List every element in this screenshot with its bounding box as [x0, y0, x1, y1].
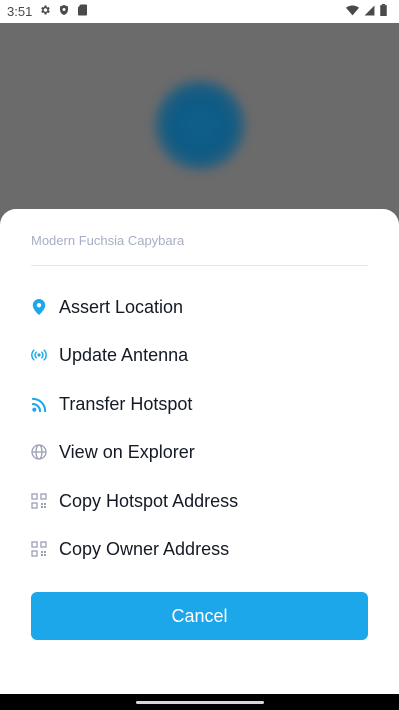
- menu-item-label: Copy Owner Address: [59, 538, 230, 559]
- globe-icon: [31, 444, 47, 460]
- status-time: 3:51: [7, 4, 33, 19]
- qr-code-icon: [31, 541, 47, 557]
- status-right: [346, 3, 387, 21]
- menu-item-label: Update Antenna: [59, 344, 189, 365]
- wifi-icon: [346, 3, 359, 21]
- menu-item-label: Assert Location: [59, 296, 184, 317]
- cell-signal-icon: [364, 3, 375, 21]
- view-on-explorer-item[interactable]: View on Explorer: [31, 432, 368, 472]
- location-pin-icon: [31, 299, 47, 315]
- transfer-signal-icon: [31, 396, 47, 412]
- blurred-background-avatar: [155, 80, 245, 170]
- menu-item-label: Transfer Hotspot: [59, 393, 193, 414]
- qr-code-icon: [31, 493, 47, 509]
- copy-owner-address-item[interactable]: Copy Owner Address: [31, 529, 368, 569]
- hotspot-name: Modern Fuchsia Capybara: [31, 233, 185, 248]
- bottom-sheet: Modern Fuchsia Capybara Assert Location …: [0, 209, 399, 694]
- screen: 3:51 Modern Fuchsia Capybara Assert Loca…: [0, 0, 399, 710]
- home-gesture-handle[interactable]: [136, 701, 264, 704]
- assert-location-item[interactable]: Assert Location: [31, 287, 368, 327]
- menu-item-label: Copy Hotspot Address: [59, 490, 239, 511]
- update-antenna-item[interactable]: Update Antenna: [31, 335, 368, 375]
- status-left: 3:51: [7, 3, 88, 21]
- antenna-icon: [31, 347, 47, 363]
- battery-icon: [380, 3, 387, 21]
- gear-icon: [39, 3, 51, 21]
- divider: [31, 265, 368, 266]
- transfer-hotspot-item[interactable]: Transfer Hotspot: [31, 384, 368, 424]
- copy-hotspot-address-item[interactable]: Copy Hotspot Address: [31, 481, 368, 521]
- cancel-button[interactable]: Cancel: [31, 592, 368, 640]
- navigation-bar: [0, 694, 399, 710]
- sd-card-icon: [77, 3, 88, 21]
- shield-icon: [58, 3, 70, 21]
- menu-item-label: View on Explorer: [59, 441, 195, 462]
- status-bar: 3:51: [0, 0, 399, 23]
